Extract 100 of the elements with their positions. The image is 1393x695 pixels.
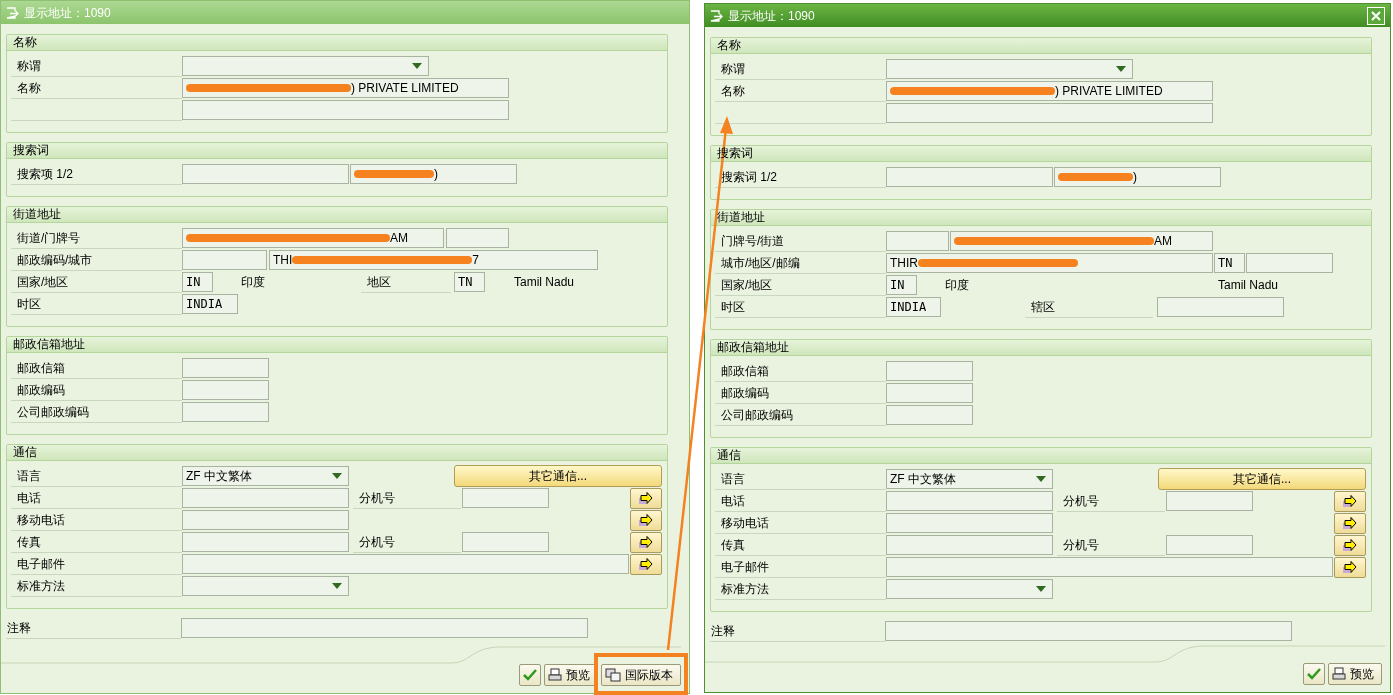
- field-label: 公司邮政编码: [11, 401, 182, 423]
- input-field[interactable]: THI 7: [269, 250, 598, 270]
- arrow-button[interactable]: [1334, 512, 1366, 534]
- window-title: 显示地址：1090: [728, 7, 815, 25]
- input-field[interactable]: [182, 250, 267, 270]
- field-label: 时区: [11, 293, 182, 315]
- input-field[interactable]: INDIA: [182, 294, 238, 314]
- input-field[interactable]: ): [350, 164, 517, 184]
- field-label: 移动电话: [11, 509, 182, 531]
- input-field[interactable]: ) PRIVATE LIMITED: [886, 81, 1213, 101]
- window-title: 显示地址：1090: [24, 4, 111, 22]
- arrow-button[interactable]: [630, 509, 662, 531]
- field-label: 国家/地区: [715, 274, 886, 296]
- input-field[interactable]: ): [1054, 167, 1221, 187]
- confirm-button[interactable]: [1303, 663, 1325, 685]
- arrow-button[interactable]: [630, 531, 662, 553]
- field-label: 标准方法: [11, 575, 182, 597]
- input-field[interactable]: [886, 103, 1213, 123]
- field-label: 搜索项 1/2: [11, 163, 182, 185]
- group-title: 街道地址: [717, 210, 765, 225]
- field-label: 邮政编码: [11, 379, 182, 401]
- input-field[interactable]: IN: [182, 272, 213, 292]
- input-field[interactable]: [886, 167, 1053, 187]
- input-field[interactable]: IN: [886, 275, 917, 295]
- arrow-icon: [639, 514, 653, 526]
- input-field[interactable]: [886, 231, 949, 251]
- preview-button[interactable]: 预览: [1328, 663, 1382, 685]
- arrow-icon: [639, 492, 653, 504]
- check-icon: [1307, 668, 1321, 680]
- input-field[interactable]: [446, 228, 509, 248]
- more-button[interactable]: 其它通信...: [454, 465, 662, 487]
- input-field[interactable]: [1246, 253, 1333, 273]
- input-field[interactable]: [886, 405, 973, 425]
- dropdown[interactable]: [886, 579, 1053, 599]
- dropdown[interactable]: [182, 576, 349, 596]
- input-field[interactable]: AM: [950, 231, 1213, 251]
- group-title: 街道地址: [13, 207, 61, 222]
- field-label: 时区: [715, 296, 886, 318]
- field-label: 邮政信箱: [11, 357, 182, 379]
- field-label: 门牌号/街道: [715, 230, 886, 252]
- caret-icon: [412, 63, 422, 69]
- field-label: 辖区: [1025, 296, 1153, 318]
- field-text: Tamil Nadu: [514, 274, 576, 291]
- group-title: 搜索词: [13, 143, 49, 158]
- input-field[interactable]: [1166, 535, 1253, 555]
- group-title: 邮政信箱地址: [717, 340, 789, 355]
- dropdown[interactable]: [886, 59, 1133, 79]
- field-label: 分机号: [353, 487, 461, 509]
- input-field[interactable]: [182, 532, 349, 552]
- caret-icon: [332, 473, 342, 479]
- close-button[interactable]: [1367, 6, 1385, 25]
- input-field[interactable]: TN: [1214, 253, 1245, 273]
- input-field[interactable]: [462, 488, 549, 508]
- arrow-button[interactable]: [1334, 534, 1366, 556]
- input-field[interactable]: [886, 491, 1053, 511]
- input-field[interactable]: ) PRIVATE LIMITED: [182, 78, 509, 98]
- field-label: 地区: [361, 271, 451, 293]
- field-label: 分机号: [353, 531, 461, 553]
- field-label: 电子邮件: [715, 556, 886, 578]
- caret-icon: [1116, 66, 1126, 72]
- input-field[interactable]: [182, 380, 269, 400]
- input-field[interactable]: [181, 618, 588, 638]
- input-field[interactable]: [182, 402, 269, 422]
- input-field[interactable]: [886, 361, 973, 381]
- input-field[interactable]: [462, 532, 549, 552]
- dropdown[interactable]: ZF 中文繁体: [182, 466, 349, 486]
- confirm-button[interactable]: [519, 664, 541, 686]
- input-field[interactable]: [886, 535, 1053, 555]
- input-field[interactable]: [1166, 491, 1253, 511]
- arrow-button[interactable]: [630, 553, 662, 575]
- more-button[interactable]: 其它通信...: [1158, 468, 1366, 490]
- input-field[interactable]: AM: [182, 228, 444, 248]
- field-label: 注释: [6, 617, 181, 639]
- input-field[interactable]: INDIA: [886, 297, 941, 317]
- input-field[interactable]: [182, 510, 349, 530]
- dropdown[interactable]: ZF 中文繁体: [886, 469, 1053, 489]
- dropdown[interactable]: [182, 56, 429, 76]
- arrow-button[interactable]: [1334, 556, 1366, 578]
- caret-icon: [332, 583, 342, 589]
- field-label: 称谓: [11, 55, 182, 77]
- field-label: 公司邮政编码: [715, 404, 886, 426]
- input-field[interactable]: [886, 513, 1053, 533]
- input-field[interactable]: [182, 164, 349, 184]
- input-field[interactable]: [886, 383, 973, 403]
- input-field[interactable]: [182, 554, 629, 574]
- arrow-button[interactable]: [1334, 490, 1366, 512]
- international-button[interactable]: 国际版本: [601, 664, 681, 686]
- input-field[interactable]: [886, 557, 1333, 577]
- arrow-button[interactable]: [630, 487, 662, 509]
- field-text: 印度: [945, 277, 970, 294]
- input-field[interactable]: [182, 488, 349, 508]
- input-field[interactable]: TN: [454, 272, 485, 292]
- arrow-icon: [1343, 495, 1357, 507]
- input-field[interactable]: [182, 100, 509, 120]
- input-field[interactable]: THIR: [886, 253, 1213, 273]
- group-title: 通信: [717, 448, 741, 463]
- input-field[interactable]: [182, 358, 269, 378]
- input-field[interactable]: [1157, 297, 1284, 317]
- printer-icon: [548, 668, 562, 682]
- input-field[interactable]: [885, 621, 1292, 641]
